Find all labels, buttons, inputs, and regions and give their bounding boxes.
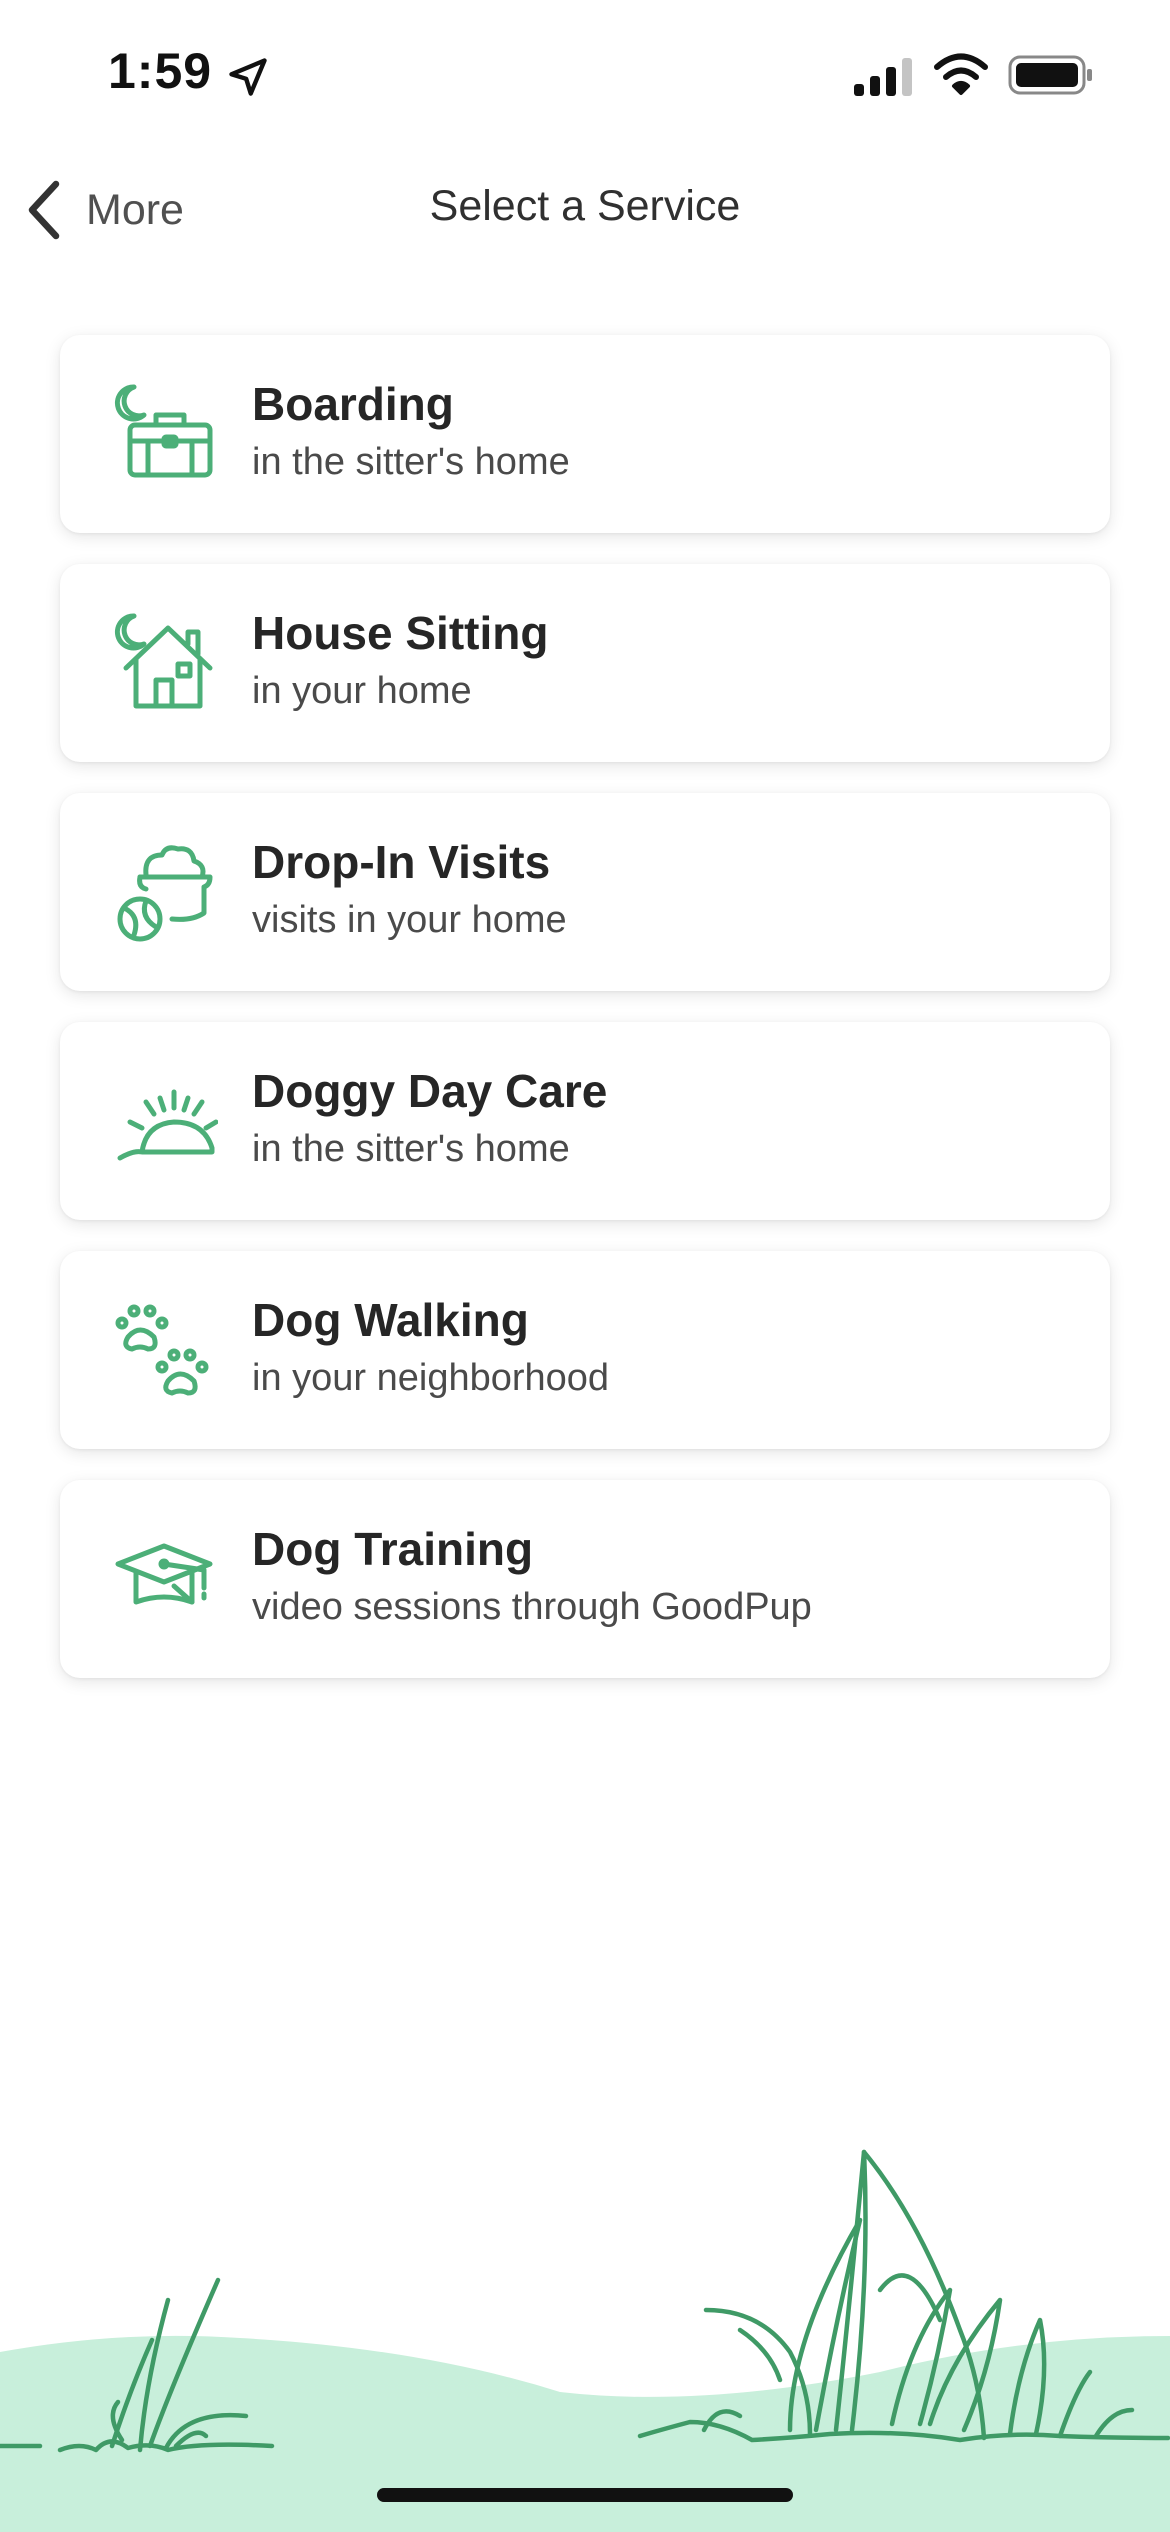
- home-indicator[interactable]: [377, 2488, 793, 2502]
- service-subtitle: in your neighborhood: [252, 1357, 610, 1399]
- cellular-signal-icon: [854, 58, 912, 96]
- service-card-boarding[interactable]: Boarding in the sitter's home: [60, 335, 1110, 533]
- service-title: Boarding: [252, 378, 454, 430]
- service-subtitle: in your home: [252, 670, 472, 712]
- service-card-dog-training[interactable]: Dog Training video sessions through Good…: [60, 1480, 1110, 1678]
- navigation-bar: More Select a Service: [0, 160, 1170, 260]
- service-card-dog-walking[interactable]: Dog Walking in your neighborhood: [60, 1251, 1110, 1449]
- service-subtitle: in the sitter's home: [252, 441, 570, 483]
- service-title: House Sitting: [252, 607, 549, 659]
- service-card-drop-in-visits[interactable]: Drop-In Visits visits in your home: [60, 793, 1110, 991]
- wifi-icon: [934, 53, 988, 95]
- status-bar: 1:59: [0, 0, 1170, 150]
- service-title: Dog Walking: [252, 1294, 529, 1346]
- dog-walking-icon: [115, 1304, 209, 1396]
- battery-icon: [1008, 55, 1092, 95]
- service-subtitle: video sessions through GoodPup: [252, 1586, 812, 1628]
- status-time: 1:59: [108, 43, 213, 99]
- service-subtitle: in the sitter's home: [252, 1128, 570, 1170]
- service-title: Dog Training: [252, 1523, 534, 1575]
- service-subtitle: visits in your home: [252, 899, 567, 941]
- drop-in-visits-icon: [117, 845, 213, 942]
- house-sitting-icon: [114, 613, 213, 709]
- grass-illustration: [0, 2149, 1170, 2532]
- dog-training-icon: [115, 1543, 213, 1605]
- boarding-icon: [114, 384, 213, 478]
- service-card-doggy-day-care[interactable]: Doggy Day Care in the sitter's home: [60, 1022, 1110, 1220]
- screen: 1:59 More Select a Service Boarding in t…: [0, 0, 1170, 2532]
- location-arrow-icon: [229, 58, 267, 96]
- service-card-house-sitting[interactable]: House Sitting in your home: [60, 564, 1110, 762]
- doggy-day-care-icon: [117, 1089, 218, 1161]
- service-title: Doggy Day Care: [252, 1065, 608, 1117]
- service-title: Drop-In Visits: [252, 836, 551, 888]
- service-list: Boarding in the sitter's home House Sitt…: [60, 335, 1110, 1709]
- page-title: Select a Service: [429, 182, 741, 230]
